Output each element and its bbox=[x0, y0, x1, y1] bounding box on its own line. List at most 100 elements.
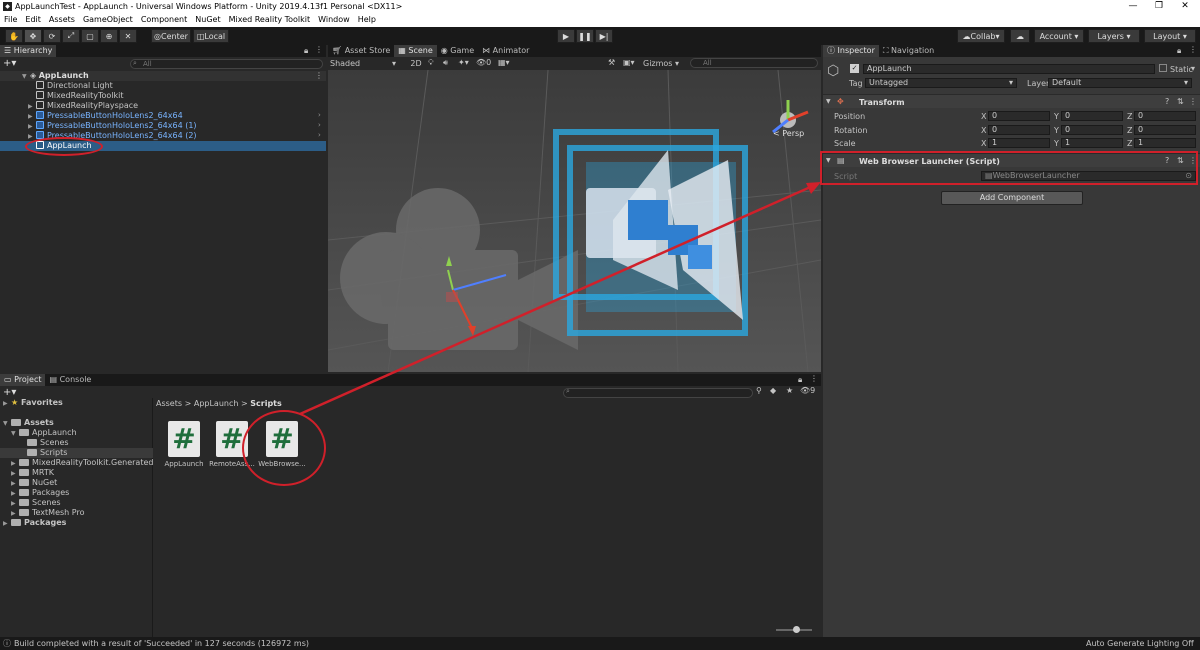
lock-icon[interactable]: 🔒︎ bbox=[1177, 46, 1181, 56]
pivot-center-button[interactable]: ◎ Center bbox=[151, 29, 191, 43]
play-icon[interactable]: ▶ bbox=[557, 29, 575, 43]
scene-row[interactable]: ▼ ◈ AppLaunch ⋮ bbox=[0, 71, 326, 81]
scale-y-field[interactable]: 1 bbox=[1061, 138, 1123, 148]
pivot-local-button[interactable]: ◫ Local bbox=[193, 29, 229, 43]
menu-window[interactable]: Window bbox=[314, 13, 354, 27]
breadcrumb-item[interactable]: Scripts bbox=[250, 399, 282, 408]
visibility-icon[interactable]: 👁︎9 bbox=[800, 386, 815, 395]
breadcrumb-item[interactable]: Assets bbox=[156, 399, 182, 408]
hierarchy-search-input[interactable]: All bbox=[130, 59, 323, 69]
rotate-tool-icon[interactable]: ⟳ bbox=[43, 29, 61, 43]
tree-item[interactable]: ▶ TextMesh Pro bbox=[11, 508, 84, 518]
auto-lighting-status[interactable]: Auto Generate Lighting Off bbox=[1086, 639, 1194, 648]
tree-item[interactable]: ▶ Scenes bbox=[11, 498, 61, 508]
tab-animator[interactable]: ⋈ Animator bbox=[478, 45, 533, 57]
tab-hierarchy[interactable]: ☰ Hierarchy bbox=[0, 45, 57, 57]
transform-header[interactable]: ▼ ✥ Transform ? ⇅ ⋮ bbox=[823, 94, 1200, 108]
preset-icon[interactable]: ⇅ bbox=[1177, 97, 1184, 106]
tab-asset-store[interactable]: 🛒︎ Asset Store bbox=[328, 45, 394, 57]
status-message[interactable]: Build completed with a result of 'Succee… bbox=[14, 639, 309, 648]
move-tool-icon[interactable]: ✥ bbox=[24, 29, 42, 43]
lock-icon[interactable]: 🔒︎ bbox=[798, 375, 802, 385]
tab-inspector[interactable]: ⓘ Inspector bbox=[823, 45, 879, 57]
position-x-field[interactable]: 0 bbox=[988, 111, 1050, 121]
menu-gameobject[interactable]: GameObject bbox=[79, 13, 137, 27]
list-item[interactable]: MixedRealityToolkit bbox=[36, 91, 123, 101]
tag-dropdown[interactable]: Untagged ▾ bbox=[865, 78, 1017, 88]
list-item[interactable]: ▶ PressableButtonHoloLens2_64x64 (1) bbox=[28, 121, 197, 131]
2d-toggle[interactable]: 2D bbox=[408, 59, 424, 68]
menu-component[interactable]: Component bbox=[137, 13, 191, 27]
rotation-z-field[interactable]: 0 bbox=[1134, 125, 1196, 135]
camera-icon[interactable]: ▣▾ bbox=[623, 58, 635, 67]
scene-viewport[interactable] bbox=[328, 70, 821, 372]
menu-edit[interactable]: Edit bbox=[21, 13, 45, 27]
tree-item[interactable]: ▶ MRTK bbox=[11, 468, 54, 478]
tree-item[interactable]: ▶ Packages bbox=[11, 488, 69, 498]
tools-icon[interactable]: ⚒ bbox=[608, 58, 615, 67]
transform-tool-icon[interactable]: ⊕ bbox=[100, 29, 118, 43]
layer-dropdown[interactable]: Default ▾ bbox=[1048, 78, 1192, 88]
lighting-icon[interactable]: 💡︎ bbox=[428, 58, 434, 68]
step-icon[interactable]: ▶| bbox=[595, 29, 613, 43]
favorite-icon[interactable]: ★ bbox=[786, 386, 793, 395]
rect-tool-icon[interactable]: ▢ bbox=[81, 29, 99, 43]
create-icon[interactable]: +▾ bbox=[3, 387, 16, 398]
scene-more-icon[interactable]: ⋮ bbox=[315, 71, 323, 81]
list-item[interactable]: ▶ MixedRealityPlayspace bbox=[28, 101, 138, 111]
object-name-field[interactable]: AppLaunch bbox=[863, 64, 1155, 74]
tree-item[interactable]: Scenes bbox=[27, 438, 69, 448]
more-icon[interactable]: ⋮ bbox=[1189, 45, 1197, 54]
menu-assets[interactable]: Assets bbox=[45, 13, 79, 27]
project-search-input[interactable] bbox=[563, 388, 753, 398]
static-checkbox[interactable] bbox=[1159, 64, 1167, 72]
gizmos-dropdown[interactable]: Gizmos ▾ bbox=[643, 59, 679, 68]
filter-type-icon[interactable]: ⚲ bbox=[756, 386, 762, 395]
tab-scene[interactable]: ▦ Scene bbox=[394, 45, 437, 57]
more-icon[interactable]: ⋮ bbox=[315, 45, 323, 54]
active-checkbox[interactable]: ✓ bbox=[850, 64, 859, 73]
hand-tool-icon[interactable]: ✋ bbox=[5, 29, 23, 43]
list-item[interactable]: ▶ PressableButtonHoloLens2_64x64 bbox=[28, 111, 183, 121]
tree-item-selected[interactable]: Scripts bbox=[0, 448, 153, 458]
assets-item[interactable]: ▼ Assets bbox=[3, 418, 54, 428]
menu-mrtk[interactable]: Mixed Reality Toolkit bbox=[225, 13, 315, 27]
pause-icon[interactable]: ❚❚ bbox=[576, 29, 594, 43]
tab-project[interactable]: ▭ Project bbox=[0, 374, 46, 386]
menu-file[interactable]: File bbox=[0, 13, 21, 27]
chevron-right-icon[interactable]: › bbox=[318, 111, 321, 119]
lock-icon[interactable]: 🔒︎ bbox=[304, 46, 308, 56]
tree-item[interactable]: ▼ AppLaunch bbox=[11, 428, 77, 438]
more-icon[interactable]: ⋮ bbox=[1189, 97, 1197, 106]
favorites-item[interactable]: ▶ ★ Favorites bbox=[3, 398, 63, 408]
tab-navigation[interactable]: ⛶ Navigation bbox=[879, 45, 938, 57]
filter-label-icon[interactable]: ◆ bbox=[770, 386, 776, 395]
projection-label[interactable]: < Persp bbox=[773, 129, 804, 138]
tab-game[interactable]: ◉ Game bbox=[437, 45, 478, 57]
minimize-icon[interactable]: — bbox=[1120, 0, 1146, 13]
rotation-x-field[interactable]: 0 bbox=[988, 125, 1050, 135]
chevron-right-icon[interactable]: › bbox=[318, 131, 321, 139]
scale-tool-icon[interactable]: ⤢ bbox=[62, 29, 80, 43]
scene-search-input[interactable]: All bbox=[690, 58, 818, 68]
maximize-icon[interactable]: ❐ bbox=[1146, 0, 1172, 13]
scale-z-field[interactable]: 1 bbox=[1134, 138, 1196, 148]
menu-help[interactable]: Help bbox=[354, 13, 380, 27]
cloud-icon[interactable]: ☁ bbox=[1010, 29, 1030, 43]
hidden-objects-icon[interactable]: 👁︎0 bbox=[476, 58, 491, 67]
layout-dropdown[interactable]: Layout ▾ bbox=[1144, 29, 1196, 43]
account-dropdown[interactable]: Account ▾ bbox=[1034, 29, 1084, 43]
shading-dropdown[interactable]: Shaded ▾ bbox=[330, 59, 400, 68]
tree-item[interactable]: ▶ NuGet bbox=[11, 478, 57, 488]
close-icon[interactable]: ✕ bbox=[1172, 0, 1198, 13]
zoom-slider-handle[interactable] bbox=[793, 626, 800, 633]
help-icon[interactable]: ? bbox=[1165, 97, 1169, 106]
add-component-button[interactable]: Add Component bbox=[941, 191, 1083, 205]
file-item[interactable]: # bbox=[168, 421, 200, 457]
position-y-field[interactable]: 0 bbox=[1061, 111, 1123, 121]
rotation-y-field[interactable]: 0 bbox=[1061, 125, 1123, 135]
audio-icon[interactable]: 🔊︎ bbox=[443, 58, 448, 68]
packages-item[interactable]: ▶ Packages bbox=[3, 518, 66, 528]
tree-item[interactable]: ▶ MixedRealityToolkit.Generated bbox=[11, 458, 153, 468]
menu-nuget[interactable]: NuGet bbox=[191, 13, 224, 27]
